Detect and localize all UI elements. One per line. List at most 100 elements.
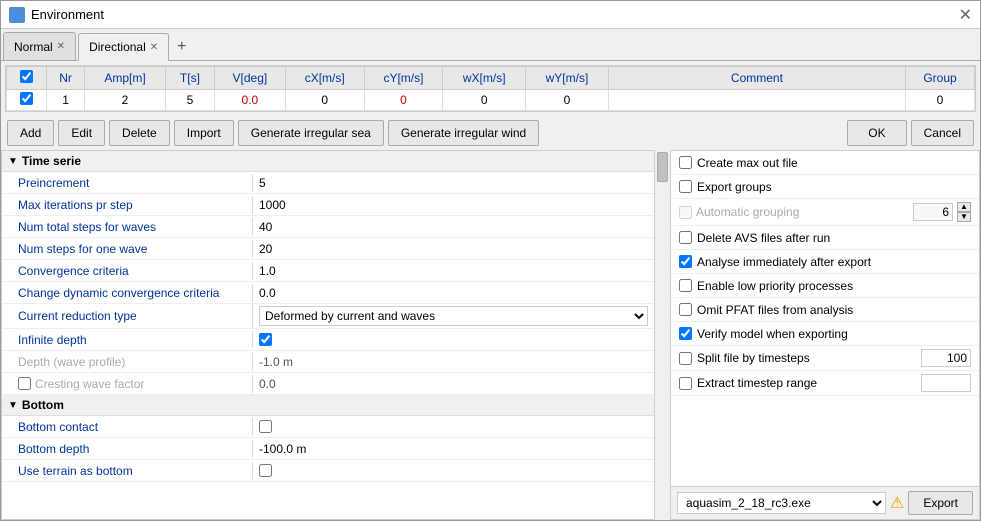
extract-timestep-input[interactable]: [921, 374, 971, 392]
time-serie-section-header[interactable]: ▼ Time serie: [2, 151, 654, 172]
row-checkbox[interactable]: [20, 92, 33, 105]
export-row: aquasim_2_18_rc3.exe ⚠ Export: [671, 486, 979, 519]
cell-cy: 0: [364, 90, 443, 111]
col-cy: cY[m/s]: [364, 67, 443, 90]
bottom-section-header[interactable]: ▼ Bottom: [2, 395, 654, 416]
steps-wave-input[interactable]: [259, 242, 648, 256]
window-title: Environment: [31, 7, 104, 22]
bottom-depth-input[interactable]: [259, 442, 648, 456]
col-comment: Comment: [608, 67, 905, 90]
verify-model-checkbox[interactable]: [679, 327, 692, 340]
prop-depth-profile-value: [252, 353, 654, 371]
cell-cx: 0: [285, 90, 364, 111]
auto-grouping-input[interactable]: [913, 203, 953, 221]
max-iter-input[interactable]: [259, 198, 648, 212]
col-nr: Nr: [47, 67, 85, 90]
prop-preincrement-label: Preincrement: [2, 174, 252, 192]
cresting-input: [259, 377, 648, 391]
auto-grouping-row: Automatic grouping ▲ ▼: [671, 199, 979, 226]
change-conv-input[interactable]: [259, 286, 648, 300]
create-max-out-row: Create max out file: [671, 151, 979, 175]
prop-infinite-depth-label: Infinite depth: [2, 331, 252, 349]
prop-bottom-contact-label: Bottom contact: [2, 418, 252, 436]
left-panel: ▼ Time serie Preincrement Max iterations…: [1, 150, 654, 520]
prop-use-terrain-label: Use terrain as bottom: [2, 462, 252, 480]
analyse-immediately-checkbox[interactable]: [679, 255, 692, 268]
analyse-immediately-label[interactable]: Analyse immediately after export: [679, 255, 971, 269]
delete-avs-label[interactable]: Delete AVS files after run: [679, 231, 971, 245]
extract-timestep-row: Extract timestep range: [671, 371, 979, 396]
verify-model-label[interactable]: Verify model when exporting: [679, 327, 971, 341]
cell-nr: 1: [47, 90, 85, 111]
cell-group: 0: [906, 90, 975, 111]
tab-normal-close[interactable]: ✕: [57, 41, 65, 52]
cell-comment: [608, 90, 905, 111]
prop-current-reduction-value: Deformed by current and waves: [252, 304, 654, 328]
delete-avs-checkbox[interactable]: [679, 231, 692, 244]
cancel-button[interactable]: Cancel: [911, 120, 974, 146]
prop-total-steps-value: [252, 218, 654, 236]
export-groups-checkbox[interactable]: [679, 180, 692, 193]
cell-wy: 0: [526, 90, 609, 111]
prop-max-iter-label: Max iterations pr step: [2, 196, 252, 214]
prop-depth-profile: Depth (wave profile): [2, 351, 654, 373]
prop-total-steps-label: Num total steps for waves: [2, 218, 252, 236]
current-reduction-select[interactable]: Deformed by current and waves: [259, 306, 648, 326]
main-content: ▼ Time serie Preincrement Max iterations…: [1, 150, 980, 520]
prop-max-iter-value: [252, 196, 654, 214]
use-terrain-checkbox[interactable]: [259, 464, 272, 477]
export-groups-label[interactable]: Export groups: [679, 180, 971, 194]
cell-t: 5: [165, 90, 214, 111]
create-max-out-label[interactable]: Create max out file: [679, 156, 971, 170]
extract-timestep-label[interactable]: Extract timestep range: [679, 376, 817, 390]
split-by-timesteps-checkbox[interactable]: [679, 352, 692, 365]
infinite-depth-checkbox[interactable]: [259, 333, 272, 346]
tab-normal[interactable]: Normal ✕: [3, 32, 76, 60]
extract-timestep-checkbox[interactable]: [679, 377, 692, 390]
close-button[interactable]: ✕: [959, 5, 972, 25]
preincrement-input[interactable]: [259, 176, 648, 190]
enable-low-priority-label[interactable]: Enable low priority processes: [679, 279, 971, 293]
enable-low-priority-checkbox[interactable]: [679, 279, 692, 292]
omit-pfat-checkbox[interactable]: [679, 303, 692, 316]
delete-button[interactable]: Delete: [109, 120, 170, 146]
total-steps-input[interactable]: [259, 220, 648, 234]
prop-bottom-depth-label: Bottom depth: [2, 440, 252, 458]
export-button[interactable]: Export: [908, 491, 973, 515]
export-groups-row: Export groups: [671, 175, 979, 199]
stepper-down[interactable]: ▼: [957, 212, 971, 222]
prop-steps-wave: Num steps for one wave: [2, 238, 654, 260]
tab-directional-close[interactable]: ✕: [150, 42, 158, 53]
prop-change-conv: Change dynamic convergence criteria: [2, 282, 654, 304]
time-serie-toggle: ▼: [8, 156, 18, 167]
prop-steps-wave-label: Num steps for one wave: [2, 240, 252, 258]
tab-directional[interactable]: Directional ✕: [78, 33, 169, 61]
verify-model-row: Verify model when exporting: [671, 322, 979, 346]
ok-button[interactable]: OK: [847, 120, 906, 146]
gen-wind-button[interactable]: Generate irregular wind: [388, 120, 539, 146]
import-button[interactable]: Import: [174, 120, 234, 146]
omit-pfat-label[interactable]: Omit PFAT files from analysis: [679, 303, 971, 317]
gen-sea-button[interactable]: Generate irregular sea: [238, 120, 384, 146]
convergence-input[interactable]: [259, 264, 648, 278]
button-bar: Add Edit Delete Import Generate irregula…: [1, 116, 980, 150]
exe-select[interactable]: aquasim_2_18_rc3.exe: [677, 492, 886, 514]
stepper-up[interactable]: ▲: [957, 202, 971, 212]
col-cx: cX[m/s]: [285, 67, 364, 90]
left-scrollbar[interactable]: [654, 150, 670, 520]
data-table: Nr Amp[m] T[s] V[deg] cX[m/s] cY[m/s] wX…: [6, 66, 975, 111]
split-timesteps-input[interactable]: [921, 349, 971, 367]
bottom-contact-checkbox[interactable]: [259, 420, 272, 433]
prop-infinite-depth: Infinite depth: [2, 329, 654, 351]
prop-change-conv-label: Change dynamic convergence criteria: [2, 284, 252, 302]
tab-add-button[interactable]: +: [169, 34, 194, 60]
cresting-enable-checkbox[interactable]: [18, 377, 31, 390]
add-button[interactable]: Add: [7, 120, 54, 146]
col-amp: Amp[m]: [85, 67, 166, 90]
edit-button[interactable]: Edit: [58, 120, 105, 146]
prop-steps-wave-value: [252, 240, 654, 258]
split-by-timesteps-label[interactable]: Split file by timesteps: [679, 351, 810, 365]
select-all-checkbox[interactable]: [20, 70, 33, 83]
prop-current-reduction-label: Current reduction type: [2, 307, 252, 325]
create-max-out-checkbox[interactable]: [679, 156, 692, 169]
